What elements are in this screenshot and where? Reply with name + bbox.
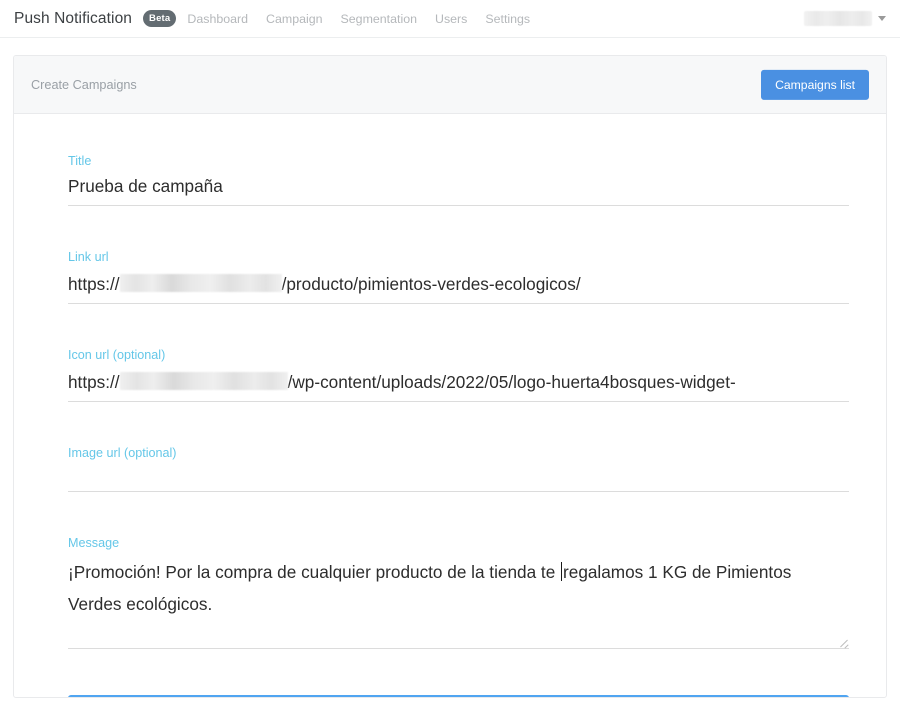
card-header: Create Campaigns Campaigns list [14,56,886,114]
main-nav: Dashboard Campaign Segmentation Users Se… [187,12,530,26]
account-name-redacted [804,11,872,26]
icon-url-input[interactable]: https:// /wp-content/uploads/2022/05/logo… [68,370,849,403]
account-menu[interactable] [804,0,886,37]
nav-item-dashboard[interactable]: Dashboard [187,12,248,26]
link-url-prefix: https:// [68,273,120,294]
link-url-input[interactable]: https:// /producto/pimientos-verdes-ecolo… [68,272,849,305]
campaign-form: Title Prueba de campaña Link url https:/… [14,114,886,697]
text-cursor [561,562,563,582]
field-image-url-label: Image url (optional) [68,446,177,461]
image-url-input[interactable] [68,468,849,492]
nav-item-segmentation[interactable]: Segmentation [341,12,417,26]
textarea-resize-handle[interactable] [838,636,849,647]
create-campaign-card: Create Campaigns Campaigns list Title Pr… [13,55,887,698]
link-url-suffix: /producto/pimientos-verdes-ecologicos/ [281,273,581,294]
beta-badge: Beta [143,9,177,28]
field-icon-url: Icon url (optional) https:// /wp-content/… [68,348,849,403]
campaigns-list-button[interactable]: Campaigns list [761,69,869,100]
field-image-url: Image url (optional) [68,447,849,492]
page-title: Create Campaigns [31,77,137,92]
field-image-url-value [68,468,849,491]
field-message-value: ¡Promoción! Por la compra de cualquier p… [68,557,849,648]
nav-item-settings[interactable]: Settings [485,12,530,26]
send-message-button[interactable]: Send Message [68,695,849,697]
message-text-before-caret: ¡Promoción! Por la compra de cualquier p… [68,562,561,583]
nav-item-campaign[interactable]: Campaign [266,12,322,26]
icon-url-suffix: /wp-content/uploads/2022/05/logo-huerta4… [287,371,736,392]
field-title-label: Title [68,154,92,168]
field-message-label: Message [68,535,120,550]
field-title-value: Prueba de campaña [68,175,223,196]
field-link-url-label: Link url [68,250,109,265]
message-textarea[interactable]: ¡Promoción! Por la compra de cualquier p… [68,557,849,650]
field-icon-url-value: https:// /wp-content/uploads/2022/05/logo… [68,370,849,402]
field-icon-url-label: Icon url (optional) [68,348,166,363]
top-navbar: Push Notification Beta Dashboard Campaig… [0,0,900,38]
field-link-url: Link url https:// /producto/pimientos-ver… [68,250,849,305]
app-brand-title: Push Notification [14,9,133,27]
link-url-domain-redacted [119,273,282,292]
nav-item-users[interactable]: Users [435,12,467,26]
chevron-down-icon[interactable] [878,16,886,21]
title-input[interactable]: Prueba de campaña [68,176,849,207]
field-message: Message ¡Promoción! Por la compra de cua… [68,535,849,650]
field-title: Title Prueba de campaña [68,154,849,207]
icon-url-prefix: https:// [68,371,120,392]
field-link-url-value: https:// /producto/pimientos-verdes-ecolo… [68,272,849,304]
icon-url-domain-redacted [119,371,288,390]
